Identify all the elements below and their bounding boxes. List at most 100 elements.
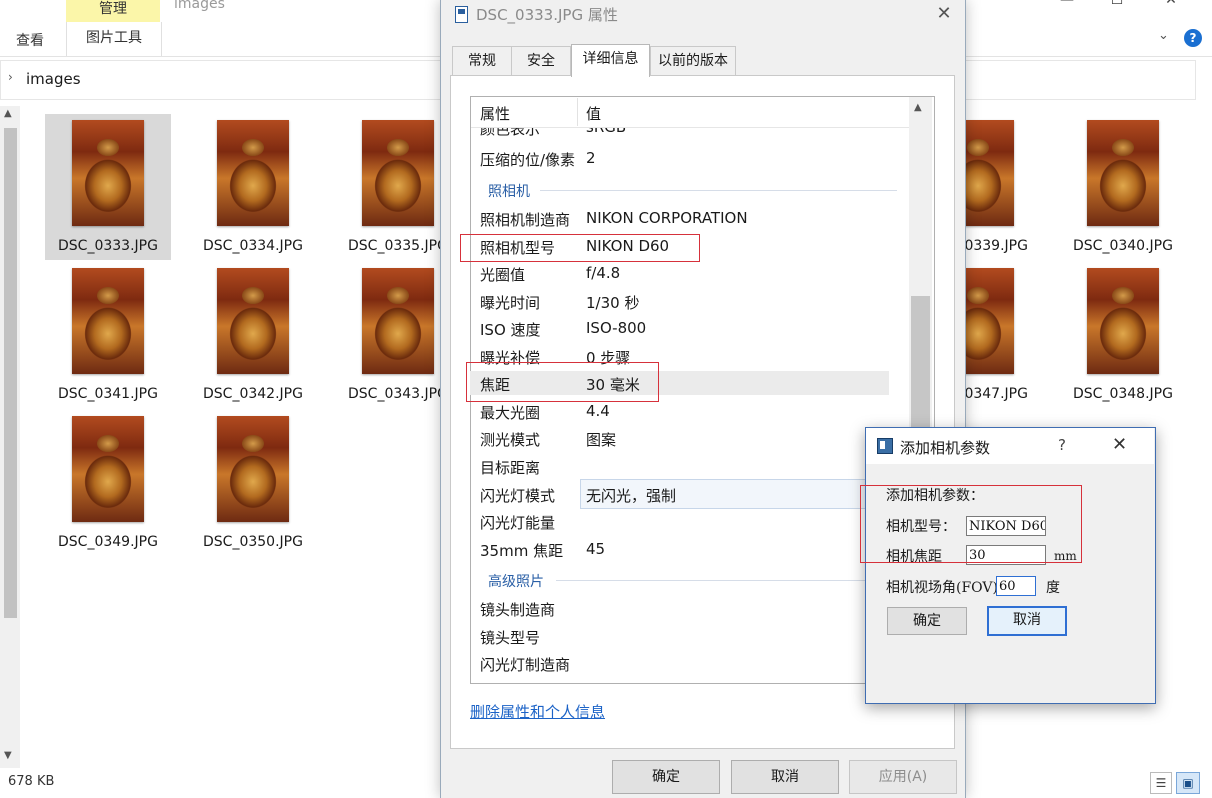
property-name: 光圈值 bbox=[480, 266, 526, 284]
property-name: 35mm 焦距 bbox=[480, 542, 564, 560]
photo-thumbnail bbox=[72, 268, 144, 374]
property-value: 45 bbox=[586, 540, 606, 558]
window-title: images bbox=[174, 0, 225, 12]
photo-thumbnail bbox=[72, 416, 144, 522]
photo-thumbnail bbox=[217, 268, 289, 374]
fov-input[interactable]: 60 bbox=[996, 576, 1036, 596]
details-view-icon[interactable]: ☰ bbox=[1150, 772, 1172, 794]
property-value: sRGB bbox=[586, 127, 627, 136]
fov-unit: 度 bbox=[1046, 580, 1060, 596]
file-name: DSC_0340.JPG bbox=[1073, 238, 1173, 254]
thumbnail-item[interactable]: DSC_0350.JPG bbox=[190, 410, 316, 556]
photo-thumbnail bbox=[362, 120, 434, 226]
property-name: 镜头制造商 bbox=[480, 601, 556, 619]
property-name: 镜头型号 bbox=[480, 629, 541, 647]
tab-security[interactable]: 安全 bbox=[511, 46, 571, 75]
file-name: DSC_0349.JPG bbox=[58, 534, 158, 550]
tab-details[interactable]: 详细信息 bbox=[571, 44, 650, 77]
help-button[interactable]: ? bbox=[1058, 436, 1066, 454]
large-icons-view-icon[interactable]: ▣ bbox=[1176, 772, 1200, 794]
property-name: 颜色表示 bbox=[480, 127, 541, 137]
property-name: 目标距离 bbox=[480, 459, 541, 477]
cancel-button[interactable]: 取消 bbox=[731, 760, 839, 794]
photo-thumbnail bbox=[1087, 268, 1159, 374]
property-name: 闪光灯模式 bbox=[480, 487, 556, 505]
cancel-button[interactable]: 取消 bbox=[987, 606, 1067, 636]
property-value: 4.4 bbox=[586, 402, 610, 420]
close-icon[interactable]: ✕ bbox=[932, 2, 956, 26]
photo-thumbnail bbox=[72, 120, 144, 226]
property-name: 压缩的位/像素 bbox=[480, 151, 576, 169]
help-icon[interactable]: ? bbox=[1184, 29, 1202, 47]
column-header-value[interactable]: 值 bbox=[586, 103, 601, 124]
photo-thumbnail bbox=[1087, 120, 1159, 226]
scroll-up-icon[interactable]: ▲ bbox=[4, 108, 12, 119]
property-value: f/4.8 bbox=[586, 264, 621, 282]
property-name: 测光模式 bbox=[480, 431, 541, 449]
dialog-title: DSC_0333.JPG 属性 bbox=[476, 6, 618, 24]
property-name: 最大光圈 bbox=[480, 404, 541, 422]
thumbnail-item[interactable]: DSC_0341.JPG bbox=[45, 262, 171, 408]
fov-label: 相机视场角(FOV) bbox=[886, 580, 998, 596]
thumbnail-item[interactable]: DSC_0334.JPG bbox=[190, 114, 316, 260]
app-icon bbox=[877, 438, 893, 454]
column-divider[interactable] bbox=[577, 98, 578, 126]
scroll-up-icon[interactable]: ▲ bbox=[914, 102, 922, 113]
tab-picture-tools[interactable]: 图片工具 bbox=[66, 22, 162, 56]
file-name: DSC_0333.JPG bbox=[58, 238, 158, 254]
close-icon[interactable]: ✕ bbox=[1112, 434, 1127, 455]
status-selection-size: 678 KB bbox=[8, 774, 55, 789]
thumbnail-item[interactable]: DSC_0349.JPG bbox=[45, 410, 171, 556]
dialog-title: 添加相机参数 bbox=[900, 439, 991, 457]
breadcrumb[interactable]: images bbox=[26, 70, 81, 88]
highlight-box-camera-model bbox=[460, 234, 700, 262]
scroll-down-icon[interactable]: ▼ bbox=[4, 750, 12, 761]
thumbnail-item[interactable]: DSC_0340.JPG bbox=[1060, 114, 1186, 260]
property-name: 曝光时间 bbox=[480, 294, 541, 312]
close-window-button[interactable]: ✕ bbox=[1156, 0, 1186, 14]
file-name: DSC_0334.JPG bbox=[203, 238, 303, 254]
photo-thumbnail bbox=[217, 120, 289, 226]
property-name: ISO 速度 bbox=[480, 321, 541, 339]
apply-button[interactable]: 应用(A) bbox=[849, 760, 957, 794]
confirm-button[interactable]: 确定 bbox=[887, 607, 967, 635]
group-divider bbox=[556, 580, 897, 581]
remove-properties-link[interactable]: 删除属性和个人信息 bbox=[470, 701, 605, 722]
chevron-right-icon[interactable]: › bbox=[8, 70, 13, 84]
property-value: ISO-800 bbox=[586, 319, 647, 337]
minimize-button[interactable]: — bbox=[1052, 0, 1082, 14]
explorer-scrollbar-thumb[interactable] bbox=[4, 128, 17, 618]
file-name: DSC_0350.JPG bbox=[203, 534, 303, 550]
file-icon bbox=[455, 6, 468, 23]
group-camera: 照相机 bbox=[488, 184, 530, 200]
property-value: 1/30 秒 bbox=[586, 294, 640, 312]
thumbnail-item[interactable]: DSC_0342.JPG bbox=[190, 262, 316, 408]
file-name: DSC_0341.JPG bbox=[58, 386, 158, 402]
tab-general[interactable]: 常规 bbox=[452, 46, 512, 75]
property-value: 2 bbox=[586, 149, 596, 167]
tab-previous-versions[interactable]: 以前的版本 bbox=[650, 46, 736, 75]
file-name: DSC_0348.JPG bbox=[1073, 386, 1173, 402]
thumbnail-item[interactable]: DSC_0333.JPG bbox=[45, 114, 171, 260]
column-header-property[interactable]: 属性 bbox=[480, 103, 510, 124]
property-value: NIKON CORPORATION bbox=[586, 209, 748, 227]
thumbnail-item[interactable]: DSC_0348.JPG bbox=[1060, 262, 1186, 408]
clipped-row: 颜色表示 sRGB bbox=[471, 127, 909, 137]
photo-thumbnail bbox=[362, 268, 434, 374]
highlight-box-focal-length bbox=[466, 362, 659, 402]
group-divider bbox=[540, 190, 897, 191]
property-value: 无闪光，强制 bbox=[586, 487, 677, 505]
maximize-button[interactable]: ☐ bbox=[1102, 0, 1132, 14]
photo-thumbnail bbox=[217, 416, 289, 522]
highlight-box-camera-params bbox=[860, 485, 1082, 563]
group-advanced-photo: 高级照片 bbox=[488, 574, 544, 590]
tab-view[interactable]: 查看 bbox=[16, 30, 44, 50]
manage-context-tab[interactable]: 管理 bbox=[66, 0, 160, 22]
ok-button[interactable]: 确定 bbox=[612, 760, 720, 794]
file-name: DSC_0342.JPG bbox=[203, 386, 303, 402]
chevron-down-icon[interactable]: ⌄ bbox=[1158, 28, 1174, 48]
list-header bbox=[471, 97, 909, 128]
property-name: 闪光灯制造商 bbox=[480, 656, 571, 674]
property-name: 闪光灯能量 bbox=[480, 514, 556, 532]
property-name: 照相机制造商 bbox=[480, 211, 571, 229]
